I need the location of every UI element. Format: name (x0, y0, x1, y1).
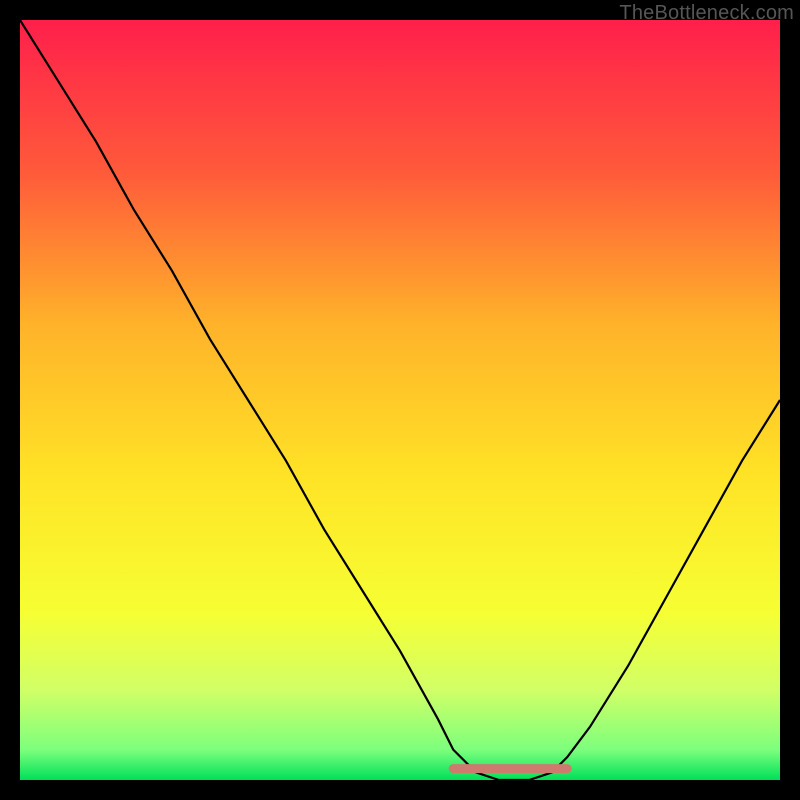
chart-frame (20, 20, 780, 780)
bottleneck-chart (20, 20, 780, 780)
gradient-background (20, 20, 780, 780)
attribution-text: TheBottleneck.com (619, 2, 794, 25)
